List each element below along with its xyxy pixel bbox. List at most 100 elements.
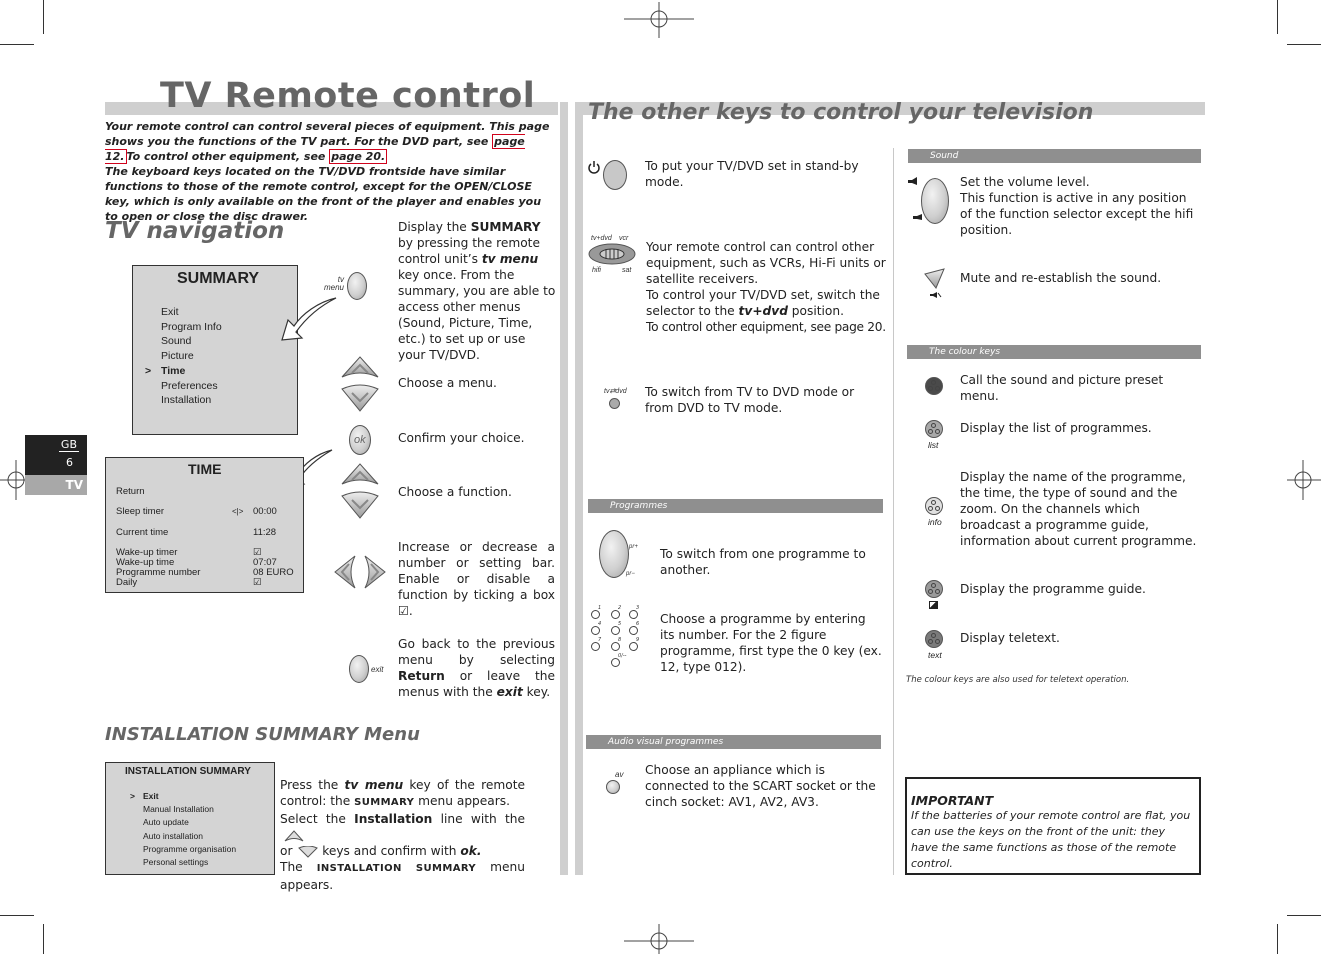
summary-menu-item[interactable]: Sound xyxy=(161,334,222,349)
keypad-key[interactable] xyxy=(611,626,620,635)
text: menu appears. xyxy=(414,794,510,808)
keypad-key[interactable] xyxy=(591,626,600,635)
keypad-key[interactable] xyxy=(591,610,600,619)
key-dot xyxy=(928,386,933,391)
time-menu-title: TIME xyxy=(188,461,222,477)
installation-menu-item[interactable]: Programme organisation xyxy=(130,843,236,856)
colour-keys-note: The colour keys are also used for telete… xyxy=(906,675,1130,685)
colour-key-text[interactable] xyxy=(925,630,943,648)
registration-mark-icon xyxy=(1287,460,1321,500)
side-tab-lang-box: GB 6 xyxy=(25,435,87,475)
key-name: exit xyxy=(496,685,523,699)
summary-menu-item-label: Picture xyxy=(161,350,194,363)
tv-dvd-key-label: tv⇄dvd xyxy=(604,388,627,395)
summary-menu-item-label: Exit xyxy=(161,306,179,318)
tv-menu-key[interactable] xyxy=(347,272,367,300)
summary-menu-item-label: Time xyxy=(161,364,186,377)
text-bold: Return xyxy=(398,669,445,683)
sound-band: Sound xyxy=(908,149,1201,163)
colour-key-label: text xyxy=(928,650,942,660)
exit-description: Go back to the previous menu by selectin… xyxy=(398,636,555,700)
colour-key-description: Display the name of the programme, the t… xyxy=(960,470,1197,548)
key-name: tv menu xyxy=(481,252,539,266)
keypad-key-label: 2 xyxy=(618,605,622,611)
key-dot xyxy=(935,589,940,594)
keypad-key-label: 3 xyxy=(636,605,640,611)
colour-key-guide[interactable] xyxy=(925,580,943,598)
time-menu-row[interactable]: Current time 11:28 xyxy=(116,527,302,538)
summary-menu-item[interactable]: Exit xyxy=(161,305,222,320)
installation-menu-item[interactable]: Auto update xyxy=(130,816,236,829)
programme-up-down-key[interactable] xyxy=(599,530,629,578)
choose-menu-description: Choose a menu. xyxy=(398,376,497,390)
left-right-keys-icon[interactable] xyxy=(333,554,387,590)
summary-menu-item[interactable]: > Time xyxy=(145,364,222,379)
colour-key-description: Call the sound and picture preset menu. xyxy=(960,373,1164,403)
key-dot xyxy=(935,506,940,511)
selector-description: Your remote control can control other eq… xyxy=(646,239,886,335)
colour-key-list[interactable] xyxy=(925,420,943,438)
colour-key-preset[interactable] xyxy=(925,377,943,395)
exit-key[interactable] xyxy=(349,655,369,683)
up-down-keys-icon[interactable] xyxy=(340,355,380,413)
time-menu-row[interactable]: Daily ☑ xyxy=(116,577,302,588)
mute-key[interactable] xyxy=(924,268,946,290)
tv-dvd-key[interactable] xyxy=(609,398,620,409)
time-menu-row[interactable]: Sleep timer <|> 00:00 xyxy=(116,506,302,517)
keypad-key-label: 5 xyxy=(618,621,622,627)
up-down-keys-icon[interactable] xyxy=(340,462,380,520)
summary-menu-item[interactable]: Picture xyxy=(161,349,222,364)
installation-menu-item-label: Exit xyxy=(143,791,159,801)
colour-key-info[interactable] xyxy=(925,497,943,515)
time-menu-row-label: Sleep timer xyxy=(116,506,165,517)
av-key[interactable] xyxy=(606,780,620,794)
time-menu-row-value: 00:00 xyxy=(253,506,277,517)
text: Set the volume level. xyxy=(960,175,1090,189)
selector-label-hifi: hifi xyxy=(592,267,601,274)
registration-mark-icon xyxy=(624,2,694,38)
keypad-key[interactable] xyxy=(629,626,638,635)
keypad-key[interactable] xyxy=(611,610,620,619)
keypad-key[interactable] xyxy=(629,610,638,619)
keypad-key[interactable] xyxy=(611,658,620,667)
colour-keys-band: The colour keys xyxy=(907,345,1201,359)
installation-menu-item[interactable]: Personal settings xyxy=(130,856,236,869)
text: Press the xyxy=(280,778,345,792)
intro-line: Your remote control can control several … xyxy=(105,120,550,148)
key-dot xyxy=(931,633,936,638)
keypad-key[interactable] xyxy=(591,642,600,651)
text: Display the xyxy=(398,220,471,234)
installation-menu-item-label: Auto installation xyxy=(143,830,204,841)
keypad-key-label: 8 xyxy=(618,637,622,643)
crop-mark xyxy=(1277,0,1278,34)
installation-menu-item[interactable]: Manual Installation xyxy=(130,803,236,816)
mute-description: Mute and re-establish the sound. xyxy=(960,271,1162,285)
time-menu-row-label: Daily xyxy=(116,577,138,588)
summary-menu-item[interactable]: Program Info xyxy=(161,320,222,335)
volume-key[interactable] xyxy=(921,178,949,224)
time-menu-row[interactable]: Return xyxy=(116,486,302,497)
number-keypad[interactable]: 1 2 3 4 5 6 7 8 9 0/-- xyxy=(585,605,640,667)
text: To control other equipment, see page 20. xyxy=(646,320,886,334)
installation-menu-item[interactable]: > Exit xyxy=(130,790,236,803)
time-menu-row-value: ☑ xyxy=(253,577,262,588)
standby-key[interactable] xyxy=(603,160,627,190)
function-selector-icon[interactable] xyxy=(588,243,636,265)
installation-menu-item-label: Manual Installation xyxy=(143,804,214,815)
section-tab: TV xyxy=(25,475,87,495)
key-dot xyxy=(931,423,936,428)
selector-label-tvdvd: tv+dvd xyxy=(591,235,612,242)
page-20-link[interactable]: page 20. xyxy=(329,149,388,164)
summary-menu-item[interactable]: Preferences xyxy=(161,379,222,394)
summary-menu-item-label: Program Info xyxy=(161,320,222,333)
key-dot xyxy=(931,380,936,385)
keypad-key[interactable] xyxy=(629,642,638,651)
installation-description: Press the tv menu key of the remote cont… xyxy=(280,777,525,893)
summary-menu-item[interactable]: Installation xyxy=(161,393,222,408)
text: line with the xyxy=(432,812,525,826)
important-title: IMPORTANT xyxy=(911,793,994,808)
keypad-key[interactable] xyxy=(611,642,620,651)
installation-menu-item[interactable]: Auto installation xyxy=(130,830,236,843)
programmes-band: Programmes xyxy=(588,499,883,513)
programme-switch-description: To switch from one programme to another. xyxy=(660,547,866,577)
